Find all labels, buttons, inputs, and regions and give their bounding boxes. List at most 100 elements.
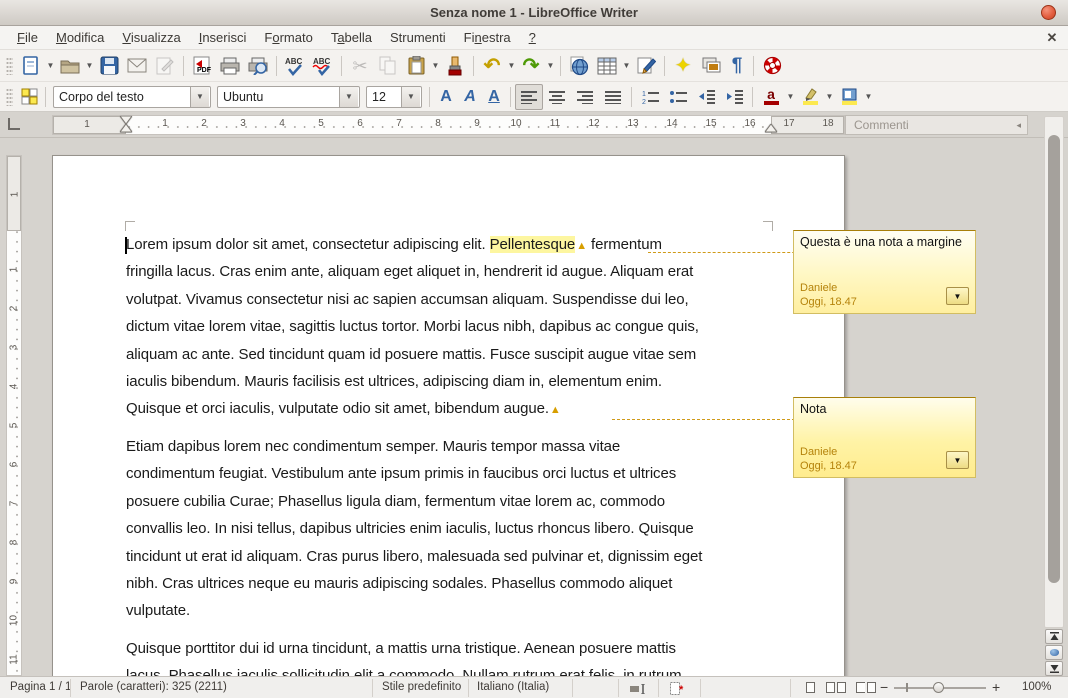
document-page[interactable]: Lorem ipsum dolor sit amet, consectetur … [52,155,845,676]
note-text[interactable]: Nota [800,402,969,416]
new-dropdown-icon[interactable]: ▼ [45,53,56,79]
align-center-button[interactable] [543,84,571,110]
single-page-view-button[interactable] [806,682,817,696]
bullet-list-button[interactable] [664,84,692,110]
page-style-status[interactable]: Stile predefinito [382,681,461,693]
comment-anchor-icon[interactable]: ▲ [550,404,561,416]
undo-button[interactable]: ↶ [478,53,506,79]
toolbar-grip[interactable] [6,57,13,75]
comments-collapse-icon[interactable]: ◂ [1016,120,1021,131]
zoom-slider-knob[interactable] [933,682,944,693]
edit-mode-button[interactable] [151,53,179,79]
font-size-input[interactable] [367,90,401,104]
italic-button[interactable]: A [458,84,482,110]
vertical-ruler[interactable]: 1 1234567891011 [6,155,22,676]
justify-button[interactable] [599,84,627,110]
draw-functions-button[interactable] [632,53,660,79]
font-dropdown-icon[interactable]: ▼ [339,87,358,107]
font-color-dropdown-icon[interactable]: ▼ [785,84,796,110]
document-modified-status[interactable]: * [670,682,686,695]
multi-page-view-button[interactable] [826,682,848,696]
menu-help[interactable]: ? [520,27,545,48]
zoom-level-status[interactable]: 100% [1022,681,1051,693]
clone-formatting-button[interactable] [441,53,469,79]
cut-button[interactable]: ✂ [346,53,374,79]
bold-button[interactable]: A [434,84,458,110]
vertical-scrollbar[interactable] [1044,116,1064,628]
gallery-button[interactable] [697,53,725,79]
menu-visualizza[interactable]: Visualizza [113,27,189,48]
comments-ruler-button[interactable]: Commenti ◂ [845,115,1028,135]
background-color-dropdown-icon[interactable]: ▼ [863,84,874,110]
note-text[interactable]: Questa è una nota a margine [800,235,969,249]
navigator-button[interactable]: ✦ [669,53,697,79]
close-document-icon[interactable]: ✕ [1044,30,1060,46]
margin-note[interactable]: Questa è una nota a margine DanieleOggi,… [793,230,976,314]
align-right-button[interactable] [571,84,599,110]
notification-icon[interactable] [1041,5,1056,20]
tab-stop-selector[interactable] [8,118,20,130]
auto-spellcheck-button[interactable]: ABC [309,53,337,79]
font-name-combo[interactable]: ▼ [217,86,360,108]
menu-modifica[interactable]: Modifica [47,27,113,48]
scrollbar-thumb[interactable] [1048,135,1060,583]
paste-button[interactable] [402,53,430,79]
redo-dropdown-icon[interactable]: ▼ [545,53,556,79]
paragraph-3[interactable]: Quisque porttitor dui id urna tincidunt,… [126,635,771,676]
undo-dropdown-icon[interactable]: ▼ [506,53,517,79]
paste-dropdown-icon[interactable]: ▼ [430,53,441,79]
styles-button[interactable] [17,84,41,110]
formatting-marks-button[interactable]: ¶ [725,53,749,79]
insert-table-button[interactable] [593,53,621,79]
spelling-button[interactable]: ABC [281,53,309,79]
menu-file[interactable]: File [8,27,47,48]
menu-tabella[interactable]: Tabella [322,27,381,48]
page-count-status[interactable]: Pagina 1 / 1 [10,681,71,693]
paragraph-style-combo[interactable]: ▼ [53,86,211,108]
open-button[interactable] [56,53,84,79]
insert-mode-status[interactable] [630,684,646,694]
paragraph-2[interactable]: Etiam dapibus lorem nec condimentum semp… [126,433,771,625]
hyperlink-button[interactable] [565,53,593,79]
save-button[interactable] [95,53,123,79]
margin-note[interactable]: Nota DanieleOggi, 18.47 ▼ [793,397,976,478]
zoom-out-button[interactable]: − [880,679,888,695]
table-dropdown-icon[interactable]: ▼ [621,53,632,79]
print-button[interactable] [216,53,244,79]
font-name-input[interactable] [218,90,339,104]
paragraph-style-input[interactable] [54,90,190,104]
align-left-button[interactable] [515,84,543,110]
previous-page-button[interactable] [1045,629,1063,644]
language-status[interactable]: Italiano (Italia) [477,681,549,693]
menu-inserisci[interactable]: Inserisci [190,27,256,48]
book-view-button[interactable] [856,682,878,696]
next-page-button[interactable] [1045,661,1063,676]
menu-strumenti[interactable]: Strumenti [381,27,455,48]
new-document-button[interactable] [17,53,45,79]
help-button[interactable] [758,53,786,79]
note-menu-button[interactable]: ▼ [946,287,969,305]
style-dropdown-icon[interactable]: ▼ [190,87,209,107]
word-count-status[interactable]: Parole (caratteri): 325 (2211) [80,681,227,693]
zoom-in-button[interactable]: + [992,679,1000,695]
numbered-list-button[interactable]: 12 [636,84,664,110]
toolbar-grip[interactable] [6,88,13,106]
menu-finestra[interactable]: Finestra [455,27,520,48]
paragraph-1[interactable]: Lorem ipsum dolor sit amet, consectetur … [126,231,771,423]
menu-formato[interactable]: Formato [255,27,321,48]
note-menu-button[interactable]: ▼ [946,451,969,469]
print-preview-button[interactable] [244,53,272,79]
export-pdf-button[interactable]: PDF [188,53,216,79]
comment-anchor-icon[interactable]: ▲ [576,240,587,252]
font-color-button[interactable]: a [757,84,785,110]
copy-button[interactable] [374,53,402,79]
font-size-combo[interactable]: ▼ [366,86,422,108]
size-dropdown-icon[interactable]: ▼ [401,87,420,107]
underline-button[interactable]: A [482,84,506,110]
open-dropdown-icon[interactable]: ▼ [84,53,95,79]
highlight-color-button[interactable] [796,84,824,110]
highlight-dropdown-icon[interactable]: ▼ [824,84,835,110]
decrease-indent-button[interactable] [692,84,720,110]
navigate-by-button[interactable] [1045,645,1063,660]
increase-indent-button[interactable] [720,84,748,110]
